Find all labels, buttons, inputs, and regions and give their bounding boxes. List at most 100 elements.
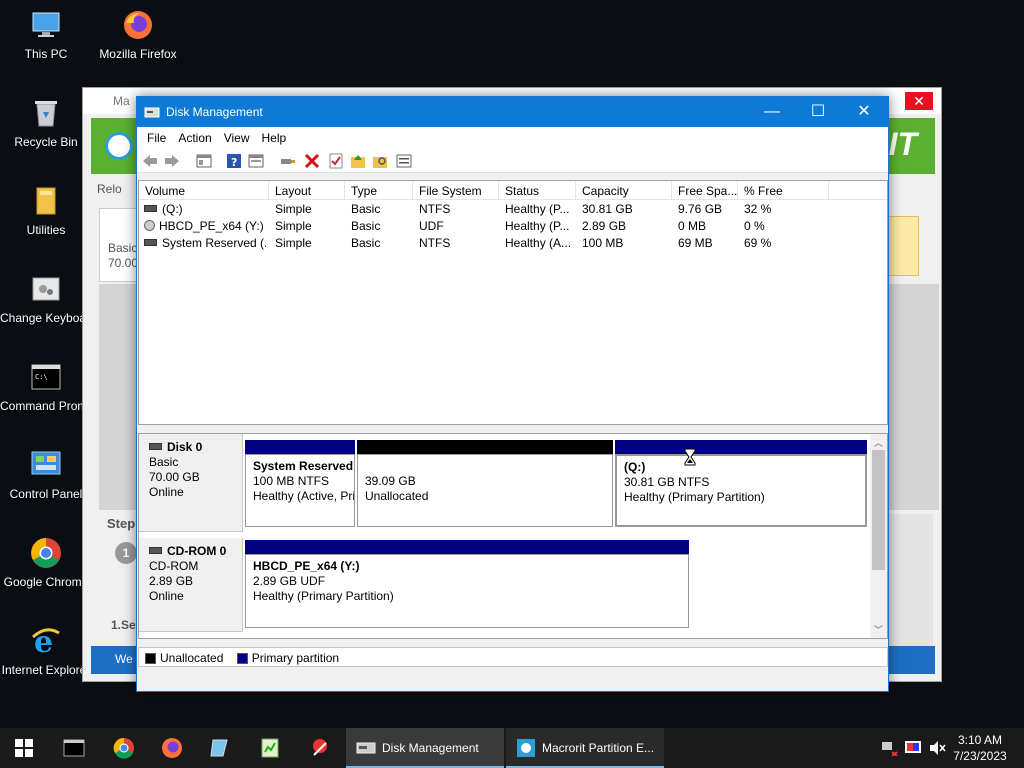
table-cell: 69 MB	[678, 236, 713, 250]
scrollbar-thumb[interactable]	[872, 450, 885, 570]
column-header-capacity[interactable]: Capacity	[576, 181, 672, 200]
partition-card[interactable]	[885, 216, 919, 276]
clock[interactable]: 3:10 AM 7/23/2023	[948, 732, 1012, 764]
help-icon[interactable]: ?	[225, 152, 243, 170]
glass-panel-icon	[210, 739, 228, 757]
reload-link[interactable]: Relo	[97, 182, 122, 196]
recycle-bin-icon	[29, 96, 63, 130]
start-button[interactable]	[0, 728, 48, 768]
taskbar-app-4[interactable]	[246, 728, 294, 768]
partition-unallocated[interactable]: 39.09 GB Unallocated	[357, 440, 613, 527]
settings-window-icon	[29, 272, 63, 306]
desktop-icon-internet-explorer[interactable]: e Internet Explorer	[0, 624, 92, 678]
taskbar-firefox[interactable]	[148, 728, 196, 768]
disk-map-scrollbar[interactable]: ︿ ﹀	[870, 434, 887, 638]
partition-size: 39.09 GB	[365, 474, 416, 488]
column-header-type[interactable]: Type	[345, 181, 413, 200]
delete-icon[interactable]	[303, 152, 321, 170]
column-header-volume[interactable]: Volume	[139, 181, 269, 200]
desktop-icon-google-chrome[interactable]: Google Chrome	[0, 536, 92, 590]
desktop-icon-utilities[interactable]: Utilities	[0, 184, 92, 238]
taskbar-task-disk-management[interactable]: Disk Management	[346, 728, 504, 768]
taskbar-task-macrorit[interactable]: Macrorit Partition E...	[506, 728, 664, 768]
taskbar-command-prompt[interactable]	[50, 728, 98, 768]
taskbar-app-3[interactable]	[196, 728, 244, 768]
folder-search-icon[interactable]	[371, 152, 389, 170]
scroll-up-arrow-icon[interactable]: ︿	[870, 436, 887, 449]
column-header-percent-free[interactable]: % Free	[738, 181, 829, 200]
desktop-icon-this-pc[interactable]: This PC	[0, 8, 92, 62]
partition-box: (Q:) 30.81 GB NTFS Healthy (Primary Part…	[615, 454, 867, 527]
windows-logo-icon	[15, 739, 33, 757]
terminal-icon	[63, 739, 85, 757]
disk-card[interactable]: Basic 70.00	[99, 208, 139, 282]
partition-q[interactable]: (Q:) 30.81 GB NTFS Healthy (Primary Part…	[615, 440, 867, 527]
table-row[interactable]: HBCD_PE_x64 (Y:) Simple Basic UDF Health…	[139, 217, 887, 234]
scroll-down-arrow-icon[interactable]: ﹀	[870, 623, 887, 636]
notepad-chart-icon	[261, 738, 279, 758]
desktop-icon-recycle-bin[interactable]: Recycle Bin	[0, 96, 92, 150]
window-title: Disk Management	[166, 105, 263, 119]
back-arrow-icon[interactable]	[141, 152, 159, 170]
desktop-icon-command-prompt[interactable]: C:\ Command Prompt	[0, 360, 92, 414]
partition-system-reserved[interactable]: System Reserved 100 MB NTFS Healthy (Act…	[245, 440, 355, 527]
menu-help[interactable]: Help	[256, 127, 293, 149]
volume-muted-icon[interactable]	[928, 740, 946, 756]
column-header-file-system[interactable]: File System	[413, 181, 499, 200]
desktop-icon-change-keyboard-layout[interactable]: Change Keyboard Layout	[0, 272, 92, 326]
minimize-button[interactable]: —	[749, 97, 795, 127]
disk-0-name: Disk 0	[149, 440, 242, 455]
desktop-icon-control-panel[interactable]: Control Panel	[0, 448, 92, 502]
disk-icon	[149, 443, 162, 450]
list-view-icon[interactable]	[395, 152, 413, 170]
disk-management-icon	[356, 742, 376, 754]
volume-name: (Q:)	[162, 202, 183, 216]
disk-management-window[interactable]: Disk Management — ☐ ✕ File Action View H…	[136, 96, 889, 692]
toolbar: ?	[137, 149, 888, 173]
taskbar-app-5[interactable]	[296, 728, 344, 768]
menu-action[interactable]: Action	[172, 127, 217, 149]
app-logo-icon	[105, 132, 133, 160]
connect-icon[interactable]	[279, 152, 297, 170]
partition-name: System Reserved	[253, 459, 354, 473]
disk-0-info[interactable]: Disk 0 Basic 70.00 GB Online	[139, 434, 243, 532]
volume-list: Volume Layout Type File System Status Ca…	[138, 180, 888, 425]
folder-up-icon[interactable]	[349, 152, 367, 170]
column-header-free-space[interactable]: Free Spa...	[672, 181, 738, 200]
maximize-button[interactable]: ☐	[795, 97, 841, 127]
console-tree-icon[interactable]	[195, 152, 213, 170]
firefox-icon	[162, 738, 182, 758]
table-cell: Healthy (P...	[505, 202, 570, 216]
table-cell: Basic	[351, 219, 381, 233]
menu-file[interactable]: File	[141, 127, 172, 149]
table-cell: Healthy (A...	[505, 236, 572, 250]
primary-partition-bar	[615, 440, 867, 454]
table-cell: Simple	[275, 202, 312, 216]
column-header-status[interactable]: Status	[499, 181, 576, 200]
properties-icon[interactable]	[247, 152, 265, 170]
cdrom-0-label: CD-ROM 0	[167, 544, 227, 558]
table-row[interactable]: (Q:) Simple Basic NTFS Healthy (P... 30.…	[139, 200, 887, 217]
step-number-badge: 1	[115, 542, 137, 564]
app-logo-text: IT	[888, 126, 917, 162]
partition-hbcd[interactable]: HBCD_PE_x64 (Y:) 2.89 GB UDF Healthy (Pr…	[245, 540, 689, 628]
menu-view[interactable]: View	[218, 127, 256, 149]
desktop-icon-label: This PC	[24, 47, 68, 61]
table-row[interactable]: System Reserved (... Simple Basic NTFS H…	[139, 234, 887, 251]
titlebar[interactable]: Disk Management — ☐ ✕	[137, 97, 888, 127]
network-icon[interactable]	[880, 740, 898, 756]
color-display-icon[interactable]	[904, 740, 922, 756]
desktop-icon-firefox[interactable]: Mozilla Firefox	[92, 8, 184, 62]
cdrom-0-info[interactable]: CD-ROM 0 CD-ROM 2.89 GB Online	[139, 538, 243, 632]
close-icon[interactable]: ✕	[905, 92, 933, 110]
close-button[interactable]: ✕	[841, 97, 887, 127]
forward-arrow-icon[interactable]	[163, 152, 181, 170]
macrorit-icon	[517, 739, 535, 757]
partition-size: 100 MB NTFS	[253, 474, 330, 488]
table-cell: Basic	[351, 236, 381, 250]
checklist-icon[interactable]	[327, 152, 345, 170]
table-cell: 32 %	[744, 202, 772, 216]
column-header-layout[interactable]: Layout	[269, 181, 345, 200]
partition-name: HBCD_PE_x64 (Y:)	[253, 559, 360, 573]
taskbar-chrome[interactable]	[100, 728, 148, 768]
